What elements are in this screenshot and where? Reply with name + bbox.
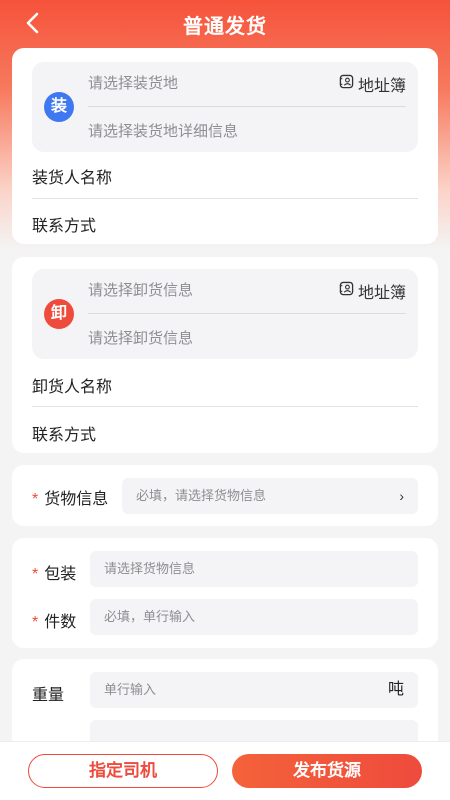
divider bbox=[88, 106, 406, 107]
required-mark: * bbox=[32, 566, 39, 583]
divider bbox=[32, 406, 418, 407]
loading-card: 装 请选择装货地 地址簿 请选择装货地详细信息 装货人名称 联系方式 bbox=[12, 48, 438, 244]
cargo-card: * 货物信息 必填，请选择货物信息 › bbox=[12, 465, 438, 526]
loading-address-field[interactable]: 请选择装货地 bbox=[88, 72, 178, 93]
cargo-info-placeholder: 必填，请选择货物信息 bbox=[136, 488, 267, 503]
address-book-icon bbox=[339, 281, 354, 301]
page-title: 普通发货 bbox=[183, 16, 267, 38]
unloading-address-field[interactable]: 请选择卸货信息 bbox=[88, 279, 193, 300]
pieces-input[interactable]: 必填，单行输入 bbox=[90, 599, 418, 635]
weight-unit: 吨 bbox=[387, 681, 404, 698]
unloading-detail-field[interactable]: 请选择卸货信息 bbox=[88, 327, 193, 348]
pieces-label: * 件数 bbox=[32, 608, 76, 632]
package-card: * 包装 请选择货物信息 * 件数 必填，单行输入 bbox=[12, 538, 438, 648]
packaging-placeholder: 请选择货物信息 bbox=[104, 561, 196, 576]
loading-contact-phone-field[interactable]: 联系方式 bbox=[32, 212, 96, 236]
required-mark: * bbox=[32, 491, 39, 508]
assign-driver-button[interactable]: 指定司机 bbox=[28, 754, 218, 788]
unloading-contact-name-field[interactable]: 卸货人名称 bbox=[32, 373, 112, 397]
address-book-label: 地址簿 bbox=[357, 285, 406, 302]
loading-badge: 装 bbox=[44, 92, 74, 122]
loading-address-book-button[interactable]: 地址簿 bbox=[339, 72, 406, 96]
loading-contact-name-field[interactable]: 装货人名称 bbox=[32, 164, 112, 188]
address-book-icon bbox=[339, 74, 354, 94]
unloading-address-box[interactable]: 卸 请选择卸货信息 地址簿 请选择卸货信息 bbox=[32, 269, 418, 359]
required-mark: * bbox=[32, 614, 39, 631]
cargo-label-text: 货物信息 bbox=[44, 491, 109, 508]
cargo-label: * 货物信息 bbox=[32, 485, 108, 509]
packaging-label: * 包装 bbox=[32, 560, 76, 584]
unloading-badge: 卸 bbox=[44, 299, 74, 329]
unloading-address-book-button[interactable]: 地址簿 bbox=[339, 279, 406, 303]
packaging-select[interactable]: 请选择货物信息 bbox=[90, 551, 418, 587]
top-bar: 普通发货 bbox=[0, 0, 450, 46]
bottom-action-bar: 指定司机 发布货源 bbox=[0, 741, 450, 800]
cargo-info-select[interactable]: 必填，请选择货物信息 › bbox=[122, 478, 418, 514]
unloading-contact-phone-field[interactable]: 联系方式 bbox=[32, 421, 96, 445]
weight-input[interactable]: 单行输入 吨 bbox=[90, 672, 418, 708]
unloading-card: 卸 请选择卸货信息 地址簿 请选择卸货信息 卸货人名称 联系方式 bbox=[12, 257, 438, 453]
divider bbox=[32, 198, 418, 199]
pieces-placeholder: 必填，单行输入 bbox=[104, 609, 196, 624]
loading-detail-field[interactable]: 请选择装货地详细信息 bbox=[88, 120, 238, 141]
packaging-label-text: 包装 bbox=[44, 566, 77, 583]
divider bbox=[88, 313, 406, 314]
weight-placeholder: 单行输入 bbox=[104, 682, 157, 697]
loading-address-box[interactable]: 装 请选择装货地 地址簿 请选择装货地详细信息 bbox=[32, 62, 418, 152]
weight-label: 重量 bbox=[32, 687, 65, 704]
pieces-label-text: 件数 bbox=[44, 614, 77, 631]
chevron-right-icon: › bbox=[399, 488, 404, 504]
address-book-label: 地址簿 bbox=[357, 78, 406, 95]
publish-button[interactable]: 发布货源 bbox=[232, 754, 422, 788]
